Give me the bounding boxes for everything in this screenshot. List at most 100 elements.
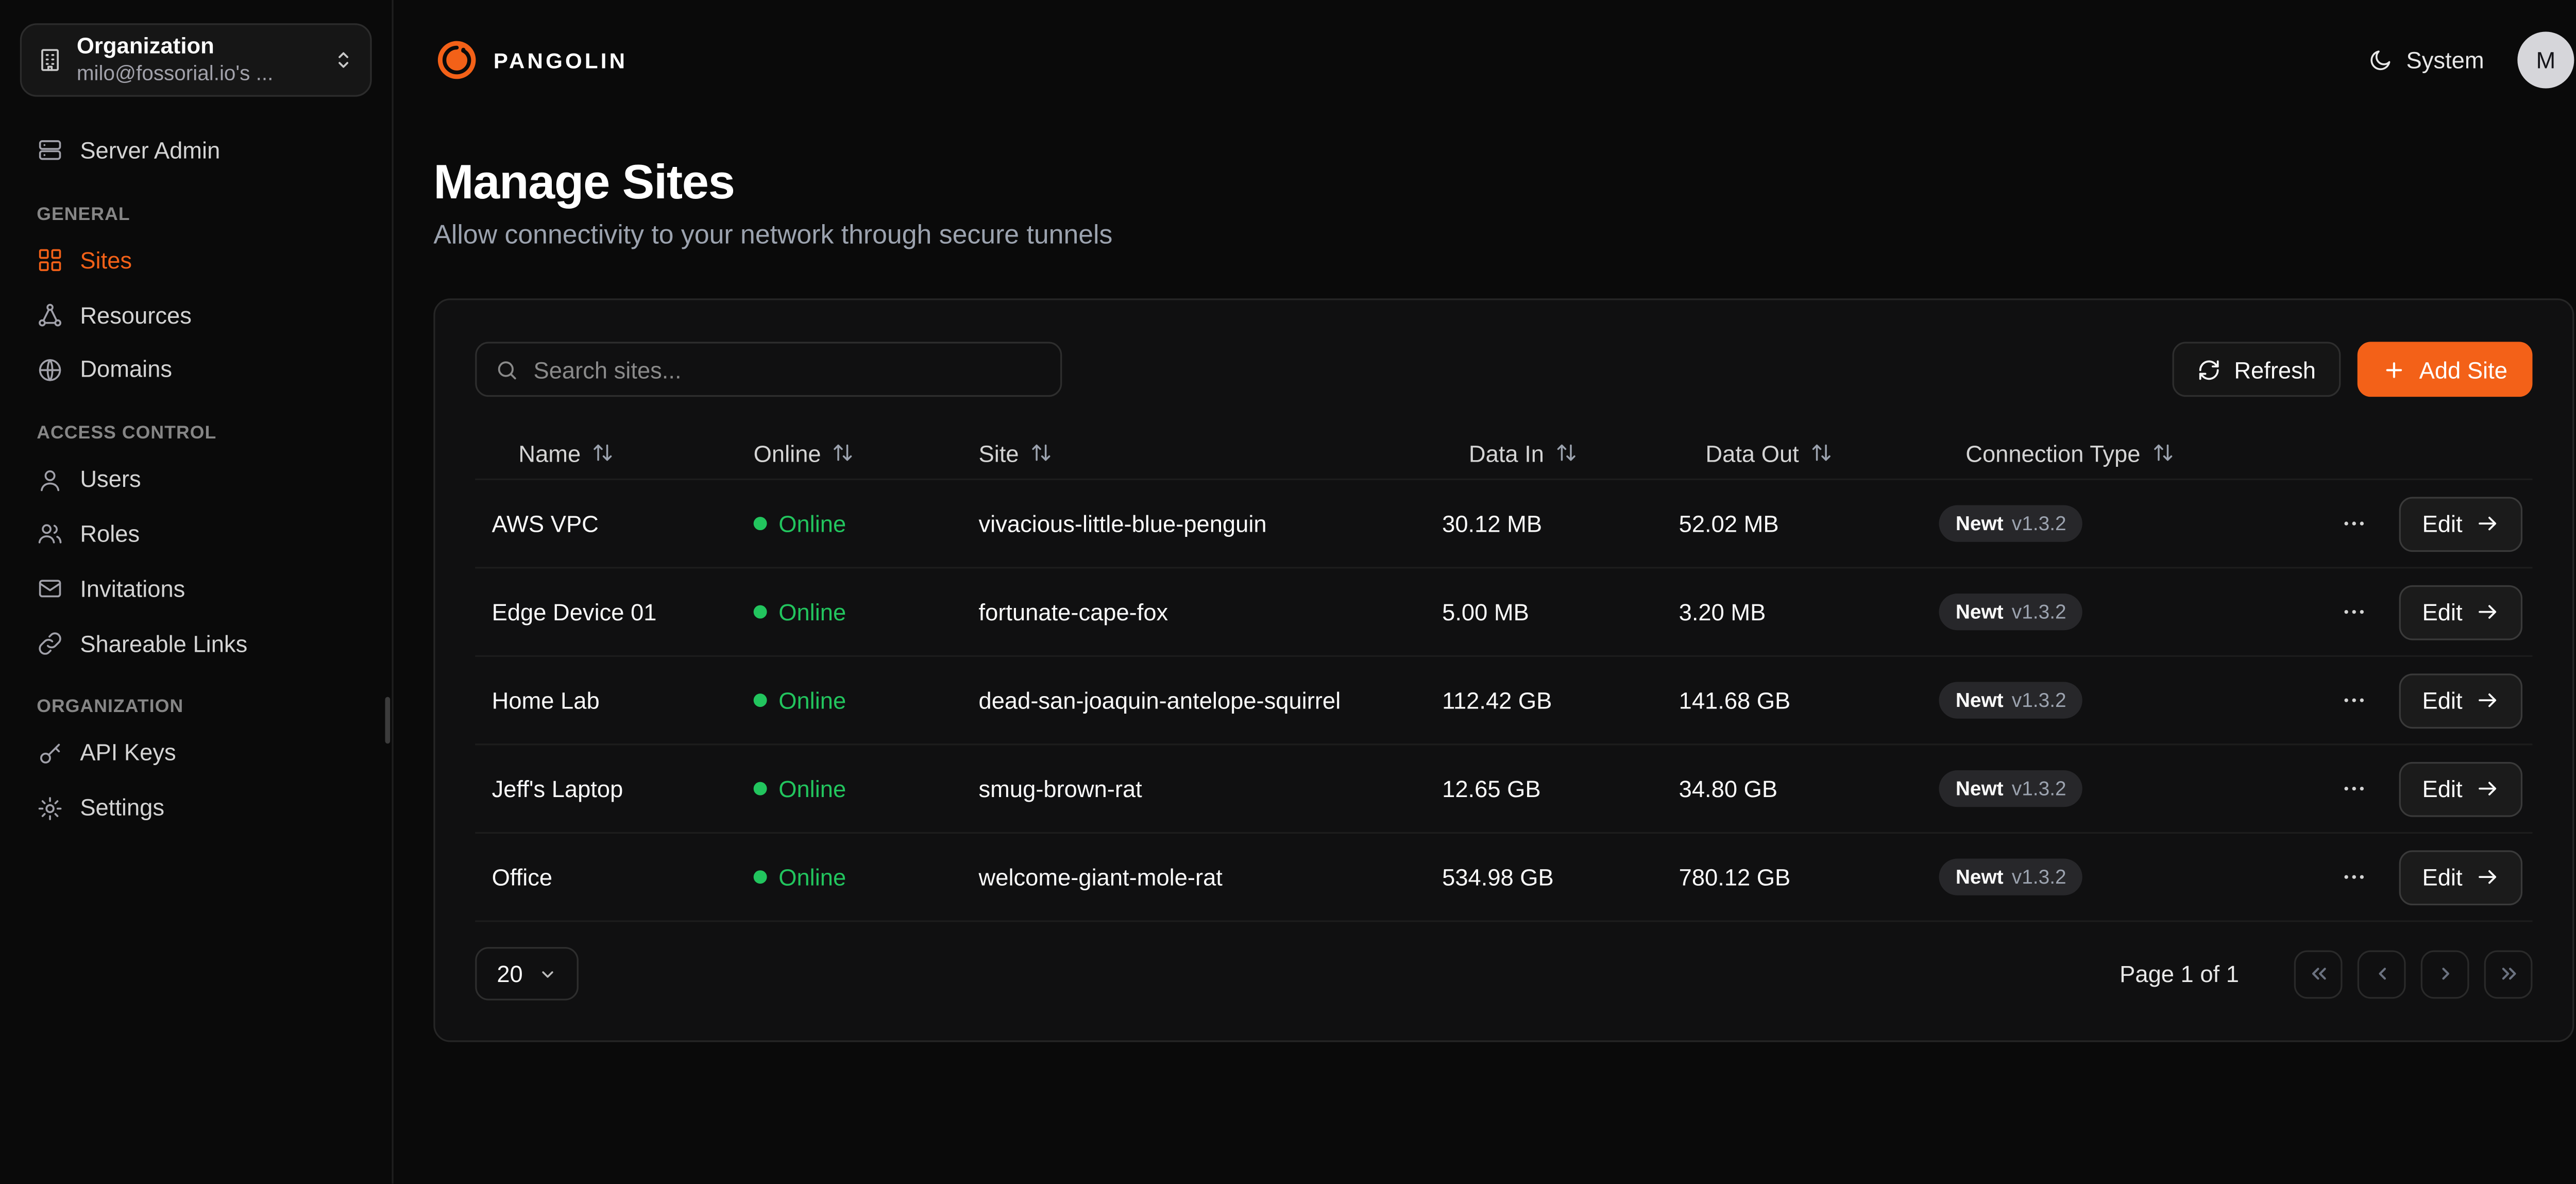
column-header-site[interactable]: Site xyxy=(979,439,1443,466)
data-in-cell: 534.98 GB xyxy=(1442,864,1679,890)
data-out-cell: 52.02 MB xyxy=(1679,510,1939,537)
sites-toolbar: Refresh Add Site xyxy=(475,342,2532,397)
row-menu-button[interactable] xyxy=(2335,770,2372,807)
grid-icon xyxy=(37,247,63,274)
sidebar-item-users[interactable]: Users xyxy=(20,452,372,507)
pangolin-logo-icon xyxy=(433,37,480,83)
chevron-right-icon xyxy=(2433,962,2456,985)
edit-button[interactable]: Edit xyxy=(2399,584,2522,639)
sidebar-item-server-admin[interactable]: Server Admin xyxy=(20,123,372,178)
column-header-name[interactable]: Name xyxy=(475,439,753,466)
column-header-online[interactable]: Online xyxy=(754,439,979,466)
sort-icon xyxy=(592,442,614,464)
sidebar-item-resources[interactable]: Resources xyxy=(20,288,372,343)
sidebar-item-api-keys[interactable]: API Keys xyxy=(20,726,372,781)
row-menu-button[interactable] xyxy=(2335,682,2372,719)
org-selector[interactable]: Organization milo@fossorial.io's ... xyxy=(20,23,372,96)
table-row: Home Lab Online dead-san-joaquin-antelop… xyxy=(475,657,2532,746)
row-menu-button[interactable] xyxy=(2335,505,2372,542)
data-out-cell: 34.80 GB xyxy=(1679,775,1939,802)
sidebar-item-label: Shareable Links xyxy=(80,630,247,657)
prev-page-button[interactable] xyxy=(2358,950,2406,998)
row-actions: Edit xyxy=(2293,673,2533,728)
online-dot-icon xyxy=(754,782,767,796)
org-selector-text: Organization milo@fossorial.io's ... xyxy=(77,33,318,87)
mail-icon xyxy=(37,576,63,602)
site-id-cell: fortunate-cape-fox xyxy=(979,599,1443,625)
site-name-cell: Jeff's Laptop xyxy=(475,775,753,802)
search-input[interactable] xyxy=(534,356,1042,383)
sidebar-scrollbar[interactable] xyxy=(385,697,391,744)
building-icon xyxy=(37,47,63,74)
sidebar-item-settings[interactable]: Settings xyxy=(20,781,372,835)
page-subtitle: Allow connectivity to your network throu… xyxy=(433,222,2574,251)
edit-button[interactable]: Edit xyxy=(2399,673,2522,728)
section-label-organization: ORGANIZATION xyxy=(37,698,355,718)
server-icon xyxy=(37,138,63,164)
column-header-data-in[interactable]: Data In xyxy=(1442,439,1679,466)
status-badge: Online xyxy=(778,775,846,802)
search-box xyxy=(475,342,1062,397)
connection-type-cell: Newtv1.3.2 xyxy=(1939,505,2292,542)
connection-type-cell: Newtv1.3.2 xyxy=(1939,593,2292,630)
theme-toggle-button[interactable]: System xyxy=(2368,47,2484,74)
table-row: Jeff's Laptop Online smug-brown-rat 12.6… xyxy=(475,745,2532,834)
sidebar-item-label: Server Admin xyxy=(80,137,220,164)
sidebar-item-domains[interactable]: Users Domains xyxy=(20,343,372,397)
page-size-select[interactable]: 20 xyxy=(475,947,578,1001)
table-footer: 20 Page 1 of 1 xyxy=(475,947,2532,1001)
site-id-cell: dead-san-joaquin-antelope-squirrel xyxy=(979,687,1443,714)
table-row: AWS VPC Online vivacious-little-blue-pen… xyxy=(475,480,2532,569)
plus-icon xyxy=(2382,358,2405,381)
page-info: Page 1 of 1 xyxy=(2120,960,2239,987)
first-page-button[interactable] xyxy=(2294,950,2343,998)
status-badge: Online xyxy=(778,599,846,625)
sidebar-nav: Server Admin GENERAL Sites xyxy=(20,123,372,835)
connection-type-cell: Newtv1.3.2 xyxy=(1939,682,2292,719)
brand-name: PANGOLIN xyxy=(494,47,628,73)
row-menu-button[interactable] xyxy=(2335,594,2372,630)
next-page-button[interactable] xyxy=(2421,950,2469,998)
link-icon xyxy=(37,630,63,657)
sidebar-item-roles[interactable]: Roles xyxy=(20,507,372,562)
data-in-cell: 5.00 MB xyxy=(1442,599,1679,625)
row-actions: Edit xyxy=(2293,761,2533,816)
arrow-right-icon xyxy=(2476,777,2499,800)
chevrons-left-icon xyxy=(2307,962,2330,985)
online-dot-icon xyxy=(754,694,767,707)
refresh-button[interactable]: Refresh xyxy=(2173,342,2341,397)
sidebar-item-sites[interactable]: Sites xyxy=(20,233,372,287)
site-name-cell: Edge Device 01 xyxy=(475,599,753,625)
connection-badge: Newtv1.3.2 xyxy=(1939,770,2083,807)
sort-icon xyxy=(1030,442,1052,464)
row-actions: Edit xyxy=(2293,584,2533,639)
sidebar-item-invitations[interactable]: Invitations xyxy=(20,562,372,616)
moon-icon xyxy=(2368,47,2393,73)
edit-button[interactable]: Edit xyxy=(2399,761,2522,816)
column-header-data-out[interactable]: Data Out xyxy=(1679,439,1939,466)
ellipsis-icon xyxy=(2341,510,2367,537)
gear-icon xyxy=(37,794,63,821)
section-label-access-control: ACCESS CONTROL xyxy=(37,424,355,444)
avatar[interactable]: M xyxy=(2517,31,2574,88)
edit-button[interactable]: Edit xyxy=(2399,496,2522,551)
ellipsis-icon xyxy=(2341,775,2367,802)
add-site-button[interactable]: Add Site xyxy=(2358,342,2533,397)
sidebar-item-label: Users xyxy=(80,465,141,493)
user-icon xyxy=(37,466,63,493)
sidebar: Organization milo@fossorial.io's ... Ser… xyxy=(0,0,394,1184)
chevrons-right-icon xyxy=(2497,962,2520,985)
site-name-cell: Home Lab xyxy=(475,687,753,714)
data-in-cell: 30.12 MB xyxy=(1442,510,1679,537)
arrow-right-icon xyxy=(2476,600,2499,623)
sidebar-item-shareable-links[interactable]: Shareable Links xyxy=(20,616,372,671)
site-status-cell: Online xyxy=(754,510,979,537)
site-name-cell: AWS VPC xyxy=(475,510,753,537)
edit-button[interactable]: Edit xyxy=(2399,850,2522,905)
chevrons-up-down-icon xyxy=(332,48,355,72)
column-header-connection-type[interactable]: Connection Type xyxy=(1939,439,2292,466)
row-menu-button[interactable] xyxy=(2335,859,2372,895)
last-page-button[interactable] xyxy=(2484,950,2533,998)
connection-badge: Newtv1.3.2 xyxy=(1939,593,2083,630)
site-status-cell: Online xyxy=(754,864,979,890)
